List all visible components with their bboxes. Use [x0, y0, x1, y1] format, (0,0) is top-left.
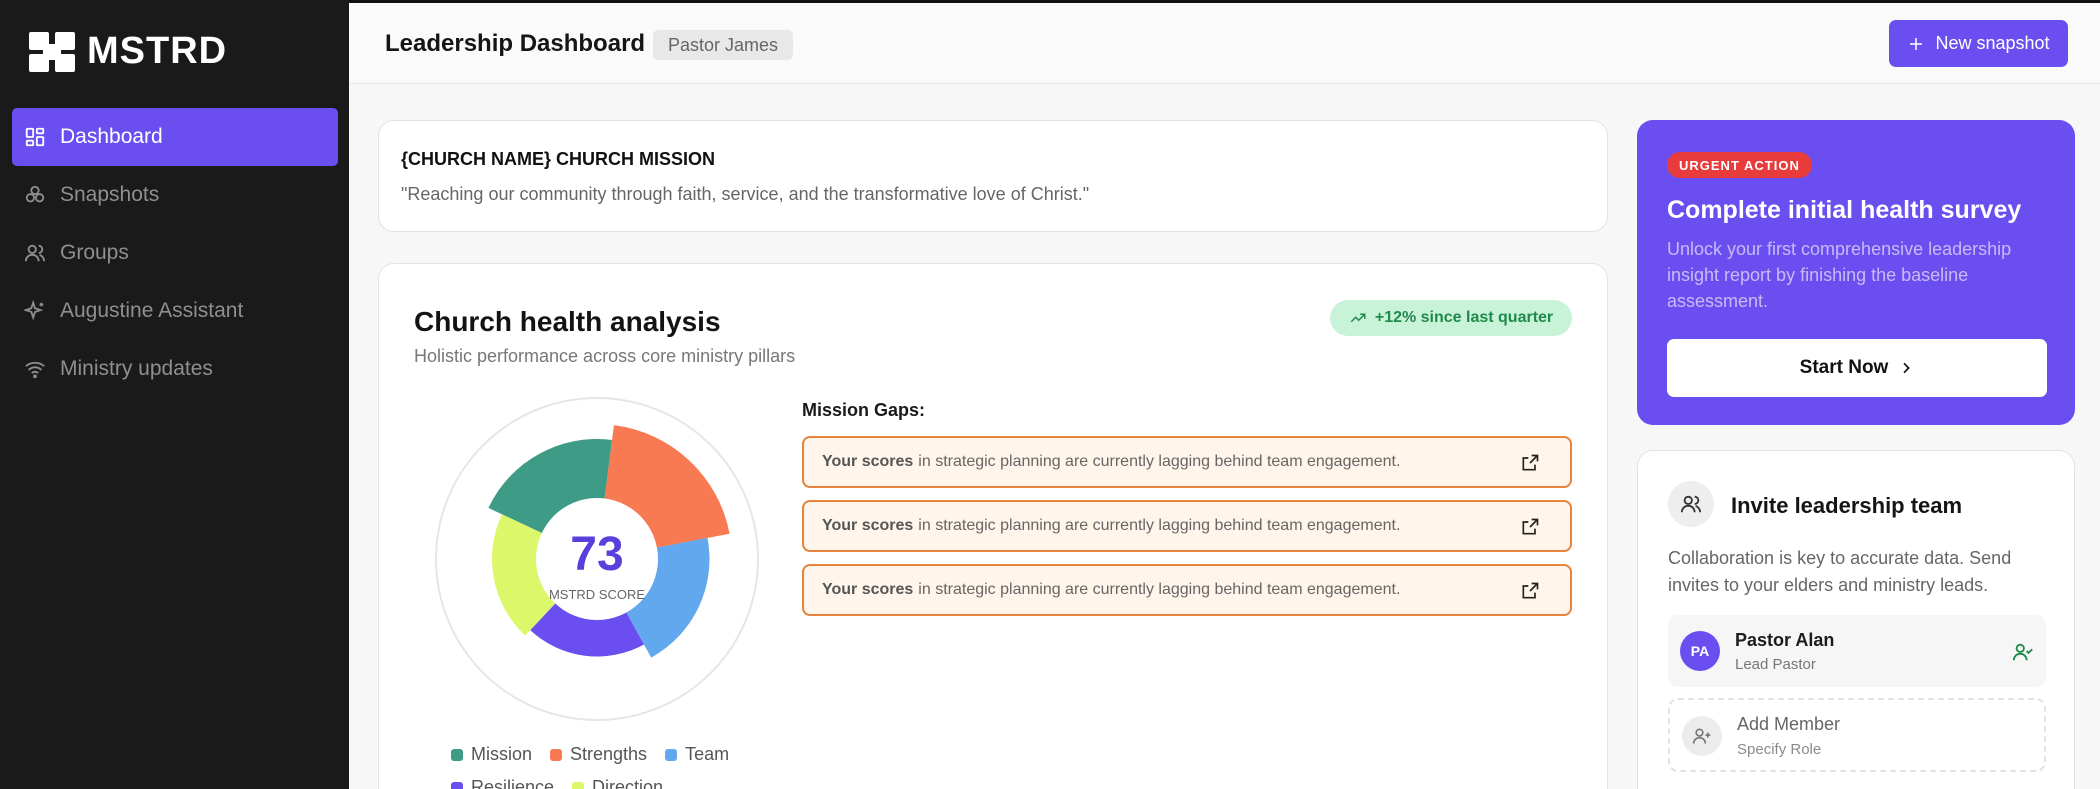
sidebar-item-augustine-assistant[interactable]: Augustine Assistant	[12, 282, 338, 340]
legend-label: Resilience	[471, 777, 555, 789]
user-badge: Pastor James	[653, 30, 794, 60]
legend-label: Mission	[471, 744, 533, 764]
urgent-action-card: URGENT ACTION Complete initial health su…	[1637, 120, 2075, 425]
legend-item-direction: Direction	[572, 777, 663, 789]
snapshots-icon	[25, 185, 45, 203]
health-subtitle: Holistic performance across core ministr…	[414, 346, 796, 366]
legend-swatch	[665, 748, 678, 761]
external-link-icon[interactable]	[1520, 453, 1540, 473]
page-title: Leadership Dashboard	[385, 30, 646, 57]
legend-label: Direction	[592, 777, 664, 789]
health-title: Church health analysis	[414, 306, 721, 337]
avatar: PA	[1680, 631, 1720, 671]
dashboard-icon	[25, 127, 45, 147]
gap-item[interactable]: Your scores in strategic planning are cu…	[802, 500, 1572, 552]
gap-text: in strategic planning are currently lagg…	[918, 517, 1401, 534]
external-link-icon[interactable]	[1520, 517, 1540, 537]
legend-item-mission: Mission	[451, 744, 532, 765]
legend-swatch	[550, 748, 563, 761]
legend-item-resilience: Resilience	[451, 777, 554, 789]
member-role: Lead Pastor	[1735, 656, 1816, 673]
gap-item[interactable]: Your scores in strategic planning are cu…	[802, 564, 1572, 616]
sidebar-item-label: Augustine Assistant	[60, 299, 244, 322]
legend-swatch	[451, 781, 463, 789]
legend-label: Team	[685, 744, 730, 764]
logo-text: MSTRD	[87, 30, 228, 72]
add-member-label: Add Member	[1737, 714, 1841, 734]
legend-swatch	[572, 781, 585, 789]
mission-gaps-title: Mission Gaps:	[802, 400, 926, 420]
gap-item[interactable]: Your scores in strategic planning are cu…	[802, 436, 1572, 488]
health-chart: 73 MSTRD SCORE	[434, 396, 760, 722]
logo-icon	[29, 31, 75, 72]
gap-bold: Your scores	[822, 517, 914, 534]
sidebar-item-dashboard[interactable]: Dashboard	[12, 108, 338, 166]
member-row[interactable]: PA Pastor Alan Lead Pastor	[1668, 615, 2046, 687]
legend-label: Strengths	[570, 744, 648, 764]
sidebar-item-groups[interactable]: Groups	[12, 224, 338, 282]
new-snapshot-button[interactable]: New snapshot	[1889, 20, 2068, 67]
sidebar: MSTRD Dashboard Snapshots Groups Augusti…	[0, 0, 349, 789]
legend-swatch	[451, 748, 463, 761]
member-name: Pastor Alan	[1735, 630, 1835, 650]
sidebar-item-snapshots[interactable]: Snapshots	[12, 166, 338, 224]
logo[interactable]: MSTRD	[29, 30, 227, 73]
score-value: 73	[570, 528, 623, 581]
health-chart-svg: 73 MSTRD SCORE	[435, 397, 759, 721]
trend-badge: +12% since last quarter	[1330, 300, 1572, 336]
trend-text: +12% since last quarter	[1374, 309, 1554, 326]
gap-text: in strategic planning are currently lagg…	[918, 581, 1401, 598]
sidebar-nav: Dashboard Snapshots Groups Augustine Ass…	[12, 108, 338, 398]
start-now-button[interactable]: Start Now	[1667, 339, 2047, 397]
urgent-title: Complete initial health survey	[1667, 196, 2022, 224]
gap-bold: Your scores	[822, 581, 914, 598]
sidebar-item-ministry-updates[interactable]: Ministry updates	[12, 340, 338, 398]
score-label: MSTRD SCORE	[549, 587, 645, 602]
legend-item-team: Team	[665, 744, 729, 765]
mission-card: {CHURCH NAME} CHURCH MISSION "Reaching o…	[378, 120, 1608, 232]
sidebar-item-label: Ministry updates	[60, 357, 213, 380]
invite-title: Invite leadership team	[1731, 493, 1963, 518]
user-check-icon	[2012, 643, 2033, 661]
gap-bold: Your scores	[822, 453, 914, 470]
chevron-right-icon	[1903, 362, 1911, 374]
invite-team-card: Invite leadership team Collaboration is …	[1637, 450, 2075, 789]
health-analysis-card: Church health analysis Holistic performa…	[378, 263, 1608, 789]
mission-title: {CHURCH NAME} CHURCH MISSION	[401, 149, 716, 169]
gap-text: in strategic planning are currently lagg…	[918, 453, 1401, 470]
sidebar-item-label: Dashboard	[60, 125, 163, 148]
invite-description: Collaboration is key to accurate data. S…	[1668, 548, 2012, 595]
header: Leadership Dashboard Pastor James New sn…	[349, 3, 2100, 84]
add-member-button[interactable]: Add Member Specify Role	[1668, 698, 2046, 772]
add-member-role: Specify Role	[1737, 741, 1822, 758]
mission-statement: "Reaching our community through faith, s…	[401, 184, 1090, 204]
new-snapshot-label: New snapshot	[1935, 33, 2050, 53]
users-icon	[24, 244, 46, 262]
start-now-label: Start Now	[1799, 357, 1889, 378]
urgent-badge: URGENT ACTION	[1667, 152, 1812, 178]
sidebar-item-label: Groups	[60, 241, 129, 264]
sidebar-item-label: Snapshots	[60, 183, 160, 206]
trending-up-icon	[1350, 313, 1366, 323]
urgent-description: Unlock your first comprehensive leadersh…	[1667, 239, 2012, 311]
users-icon	[1668, 481, 1714, 527]
wifi-icon	[25, 361, 45, 379]
chart-legend: Mission Strengths Team Resilience Direction	[451, 744, 771, 789]
legend-item-strengths: Strengths	[550, 744, 647, 765]
sparkles-icon	[24, 300, 44, 321]
user-plus-icon	[1682, 716, 1722, 756]
plus-icon	[1910, 37, 1923, 50]
external-link-icon[interactable]	[1520, 581, 1540, 601]
